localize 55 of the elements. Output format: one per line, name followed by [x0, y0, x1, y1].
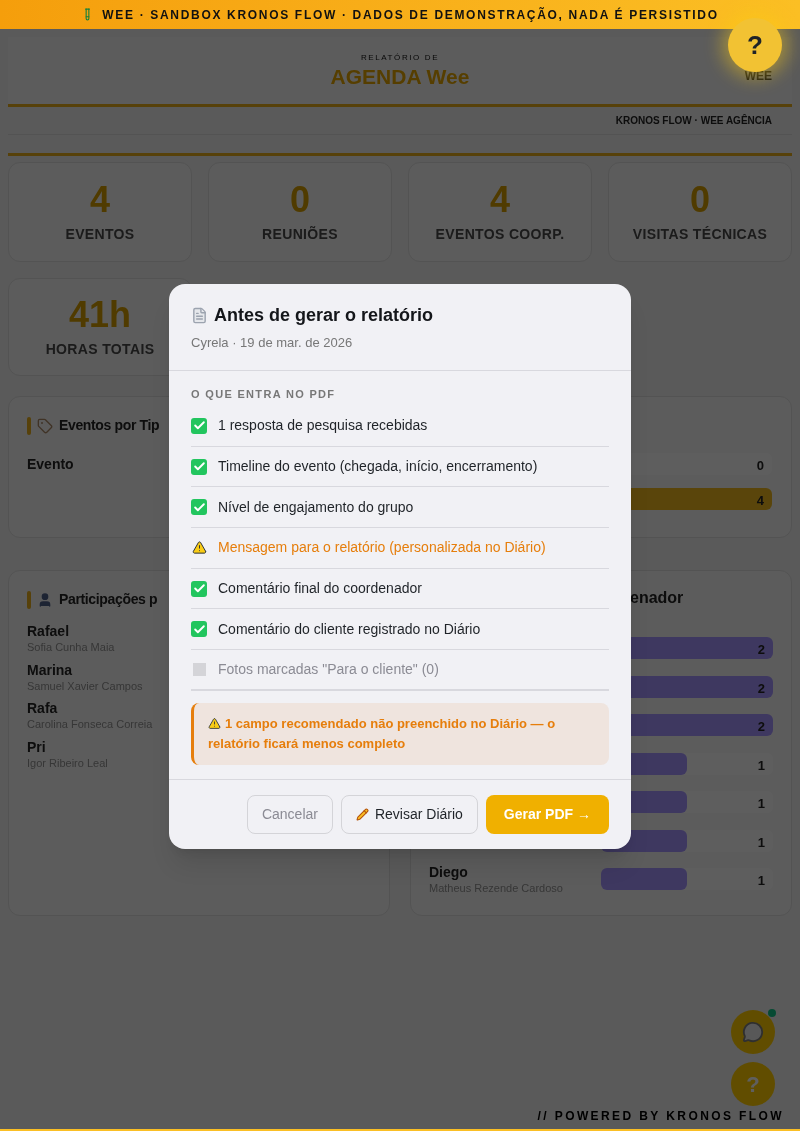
banner-text: WEE · SANDBOX KRONOS FLOW · DADOS DE DEMONSTRAÇÃO, NADA É PERSISTIDO	[102, 6, 719, 24]
chat-icon	[742, 1021, 764, 1043]
bar-value: 1	[757, 872, 765, 891]
stat-label: HORAS TOTAIS	[45, 339, 155, 359]
stat-value: 41h	[68, 294, 131, 335]
section-label: O QUE ENTRA NO PDF	[191, 386, 337, 402]
bar-value: 1	[757, 756, 765, 775]
person-name: Rafa	[27, 699, 58, 717]
warning-text: 1 campo recomendado não preenchido no Diário — o relatório ficará menos completo	[208, 714, 557, 753]
checklist-item: Nível de engajamento do grupo	[218, 497, 414, 517]
stat-label: REUNIÕES	[262, 224, 338, 244]
bar-value: 4	[756, 492, 764, 510]
person-name: Pri	[27, 737, 46, 756]
stat-label: EVENTOS	[65, 224, 135, 244]
panel-title: enador	[630, 588, 684, 608]
stat-value: 4	[490, 179, 510, 220]
bar-value: 0	[756, 457, 764, 475]
stat-value: 4	[90, 179, 110, 220]
row-label: Evento	[27, 456, 74, 472]
modal-title: Antes de gerar o relatório	[214, 304, 434, 327]
checklist-item: 1 resposta de pesquisa recebidas	[218, 416, 428, 436]
bar-value: 2	[757, 641, 765, 660]
panel-title: Participações p	[59, 590, 158, 609]
checklist-item: Comentário do cliente registrado no Diário	[218, 619, 481, 639]
document-icon	[191, 307, 208, 324]
stat-label: EVENTOS COORP.	[435, 224, 565, 244]
warning-icon	[208, 716, 221, 730]
checklist-item: Fotos marcadas "Para o cliente" (0)	[218, 659, 439, 679]
person-name: Diego	[429, 863, 469, 882]
bar-value: 2	[757, 679, 765, 698]
cancel-button[interactable]: Cancelar	[246, 794, 333, 834]
powered-by: // POWERED BY KRONOS FLOW	[537, 1108, 784, 1125]
person-name: Marina	[27, 660, 73, 679]
tag-icon	[37, 417, 53, 434]
user-icon	[37, 591, 53, 608]
report-subtitle: KRONOS FLOW · WEE AGÊNCIA	[615, 113, 772, 128]
bar-value: 2	[757, 718, 765, 737]
bar-value: 1	[757, 795, 765, 814]
checklist-item: Mensagem para o relatório (personalizada no Diário)	[218, 538, 546, 558]
checklist-item: Timeline do evento (chegada, início, encerramento)	[218, 457, 538, 477]
bar-value: 1	[757, 833, 765, 852]
modal-subtitle: Cyrela · 19 de mar. de 2026	[191, 334, 354, 352]
chat-button[interactable]	[731, 1010, 775, 1054]
stat-label: VISITAS TÉCNICAS	[632, 224, 768, 244]
checklist-item: Comentário final do coordenador	[218, 579, 422, 599]
stat-value: 0	[290, 179, 310, 220]
brand-label: WEE	[744, 69, 772, 83]
report-title: AGENDA Wee	[330, 63, 470, 90]
stat-value: 0	[690, 179, 710, 220]
panel-title: Eventos por Tip	[59, 416, 160, 435]
report-eyebrow: RELATÓRIO DE	[360, 51, 440, 64]
generate-pdf-button[interactable]: Gerar PDF →	[485, 794, 609, 834]
review-button[interactable]: Revisar Diário	[340, 794, 478, 834]
person-name: Rafael	[27, 622, 70, 640]
pencil-icon	[355, 807, 369, 821]
